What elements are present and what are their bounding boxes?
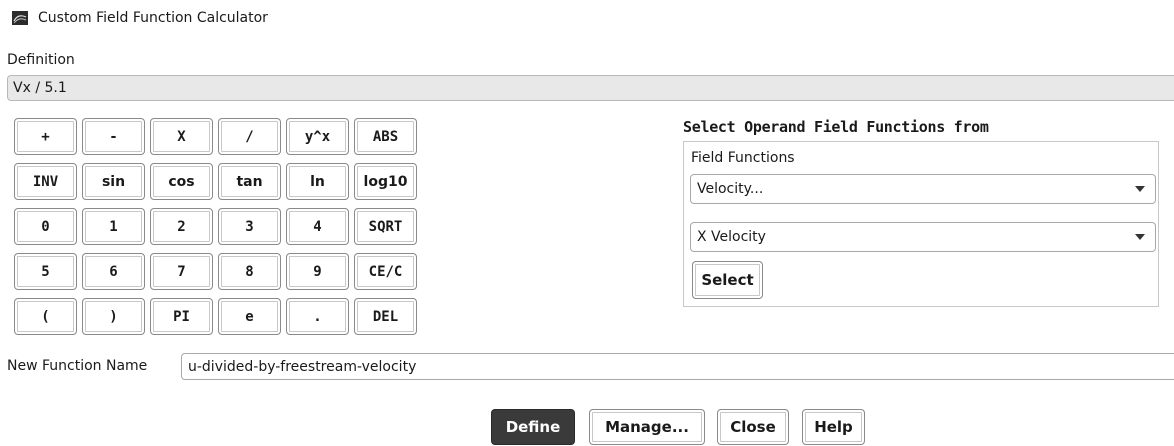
key-8[interactable]: 8 (218, 253, 281, 290)
definition-field[interactable]: Vx / 5.1 (7, 75, 1174, 101)
key-open-paren[interactable]: ( (14, 298, 77, 335)
key-2[interactable]: 2 (150, 208, 213, 245)
key-0[interactable]: 0 (14, 208, 77, 245)
chevron-down-icon (1135, 186, 1145, 192)
key-ln[interactable]: ln (286, 163, 349, 200)
key-tan[interactable]: tan (218, 163, 281, 200)
key-log10[interactable]: log10 (354, 163, 417, 200)
key-decimal[interactable]: . (286, 298, 349, 335)
select-button[interactable]: Select (692, 261, 763, 299)
key-power[interactable]: y^x (286, 118, 349, 155)
new-function-name-label: New Function Name (7, 358, 148, 374)
calculator-keypad: + - X / y^x ABS INV sin cos tan ln log10… (14, 118, 419, 335)
key-6[interactable]: 6 (82, 253, 145, 290)
definition-label: Definition (7, 52, 75, 68)
app-icon (12, 11, 28, 25)
category-dropdown-value: Velocity... (697, 181, 764, 197)
key-sqrt[interactable]: SQRT (354, 208, 417, 245)
field-functions-label: Field Functions (691, 150, 795, 166)
help-button[interactable]: Help (802, 409, 865, 445)
key-inv[interactable]: INV (14, 163, 77, 200)
title-bar: Custom Field Function Calculator (12, 8, 268, 28)
key-cos[interactable]: cos (150, 163, 213, 200)
window-title: Custom Field Function Calculator (38, 10, 268, 26)
key-9[interactable]: 9 (286, 253, 349, 290)
key-1[interactable]: 1 (82, 208, 145, 245)
field-function-category-dropdown[interactable]: Velocity... (690, 174, 1156, 204)
operand-panel: Field Functions Velocity... X Velocity S… (683, 141, 1159, 307)
key-del[interactable]: DEL (354, 298, 417, 335)
close-button[interactable]: Close (717, 409, 789, 445)
field-function-dropdown[interactable]: X Velocity (690, 222, 1156, 252)
key-sin[interactable]: sin (82, 163, 145, 200)
manage-button[interactable]: Manage... (589, 409, 705, 445)
key-clear[interactable]: CE/C (354, 253, 417, 290)
key-abs[interactable]: ABS (354, 118, 417, 155)
new-function-name-input[interactable] (181, 353, 1174, 380)
define-button[interactable]: Define (491, 409, 575, 445)
operand-section-title: Select Operand Field Functions from (683, 118, 989, 136)
key-minus[interactable]: - (82, 118, 145, 155)
key-5[interactable]: 5 (14, 253, 77, 290)
key-close-paren[interactable]: ) (82, 298, 145, 335)
key-4[interactable]: 4 (286, 208, 349, 245)
function-dropdown-value: X Velocity (697, 229, 766, 245)
key-multiply[interactable]: X (150, 118, 213, 155)
key-divide[interactable]: / (218, 118, 281, 155)
chevron-down-icon (1135, 234, 1145, 240)
key-7[interactable]: 7 (150, 253, 213, 290)
key-plus[interactable]: + (14, 118, 77, 155)
key-3[interactable]: 3 (218, 208, 281, 245)
key-pi[interactable]: PI (150, 298, 213, 335)
key-e[interactable]: e (218, 298, 281, 335)
